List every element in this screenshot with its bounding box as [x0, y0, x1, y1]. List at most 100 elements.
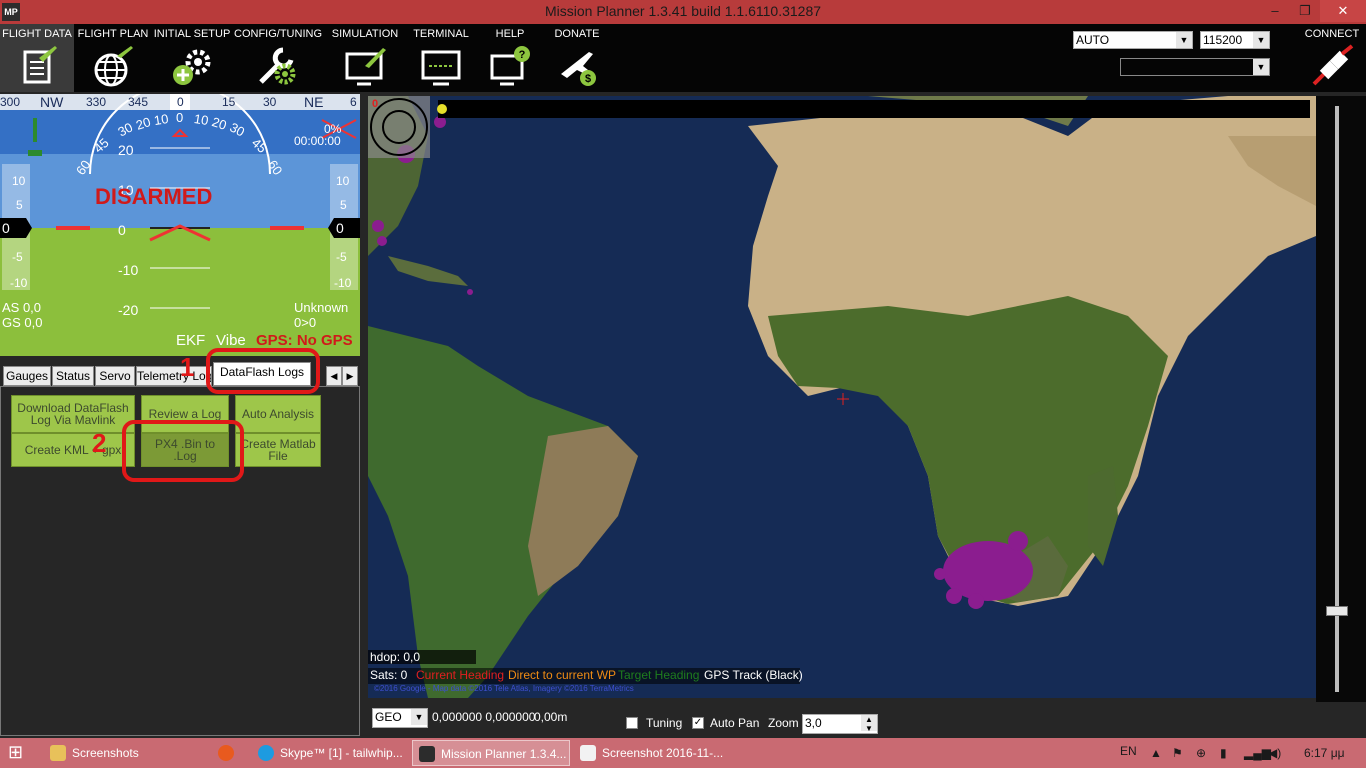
port-value: AUTO [1076, 33, 1110, 47]
help-monitor-icon: ? [490, 46, 530, 86]
plane-dollar-icon: $ [561, 52, 596, 86]
flag-icon[interactable]: ⚑ [1172, 746, 1183, 760]
tab-gauges[interactable]: Gauges [3, 366, 51, 386]
tab-scroll-right[interactable]: ▶ [342, 366, 358, 386]
speed-tape-label: 10 [12, 174, 26, 188]
signal-icon[interactable]: ▂▄▆ [1244, 746, 1271, 760]
main-menu-bar: FLIGHT DATA FLIGHT PLAN INITIAL SETUP CO… [0, 24, 1366, 92]
waypoint-readout: 0>0 [294, 315, 317, 330]
monitor-plane-icon [345, 48, 386, 86]
alt-tape-label: 5 [340, 198, 347, 212]
tuning-checkbox[interactable] [626, 717, 638, 729]
vibe-indicator[interactable]: Vibe [216, 332, 246, 349]
roll-label: 10 [192, 110, 210, 129]
setup-gears-icon [173, 49, 211, 85]
clock[interactable]: 6:17 μμ [1304, 746, 1345, 760]
create-kml-button[interactable]: Create KML + gpx [11, 433, 135, 467]
legend-target-heading: Target Heading [618, 668, 700, 682]
skype-icon [258, 745, 274, 761]
tab-telemetry-logs[interactable]: Telemetry Logs [136, 366, 212, 386]
create-matlab-button[interactable]: Create Matlab File [235, 433, 321, 467]
firefox-icon [218, 745, 234, 761]
coord-type-select[interactable]: GEO ▼ [372, 708, 428, 728]
windows-taskbar: ⊞ Screenshots Skype™ [1] - tailwhip... M… [0, 738, 1366, 768]
coords-readout: 0,000000 0,000000 [432, 710, 536, 724]
zoom-stepper[interactable]: 3,0 ▲ ▼ [802, 714, 878, 734]
speed-tape-label: -10 [10, 276, 28, 290]
speed-tape-label: 5 [16, 198, 23, 212]
menu-config-tuning[interactable]: CONFIG/TUNING [234, 24, 322, 92]
menu-terminal[interactable]: TERMINAL [408, 24, 474, 92]
satellite-map[interactable]: 0 hdop: 0,0 Sats: 0 Current Heading Dire… [368, 96, 1316, 698]
download-dataflash-button[interactable]: Download DataFlash Log Via Mavlink [11, 395, 135, 433]
hud-overlay: 60 45 30 20 10 0 10 20 30 45 60 20 10 0 … [0, 94, 360, 356]
alt-value: 0 [336, 220, 344, 236]
taskbar-item-screenshots[interactable]: Screenshots [44, 740, 200, 766]
roll-label: 45 [90, 135, 112, 156]
roll-label: 0 [176, 110, 184, 125]
volume-icon[interactable]: ◀) [1268, 746, 1281, 760]
zoom-value: 3,0 [805, 716, 822, 730]
speed-value: 0 [2, 220, 10, 236]
zoom-slider-track[interactable] [1335, 106, 1339, 692]
hud-display: 300 NW 330 345 0 15 30 NE 6 60 45 30 20 … [0, 94, 360, 356]
connect-button[interactable]: CONNECT [1298, 24, 1366, 92]
menu-donate[interactable]: DONATE $ [546, 24, 608, 92]
minimize-button[interactable]: – [1260, 0, 1290, 22]
tray-up-arrow-icon[interactable]: ▲ [1150, 746, 1162, 760]
svg-text:?: ? [519, 49, 526, 61]
stepper-arrows-icon[interactable]: ▲ ▼ [861, 715, 877, 733]
menu-label: DONATE [554, 28, 600, 40]
close-button[interactable]: ✕ [1320, 0, 1366, 22]
menu-initial-setup[interactable]: INITIAL SETUP [153, 24, 231, 92]
connect-label: CONNECT [1304, 28, 1360, 40]
armed-status: DISARMED [95, 184, 213, 209]
menu-label: FLIGHT PLAN [77, 28, 149, 40]
menu-simulation[interactable]: SIMULATION [330, 24, 400, 92]
start-button[interactable]: ⊞ [8, 742, 23, 763]
annotation-number-2: 2 [92, 428, 107, 458]
legend-gps-track: GPS Track (Black) [704, 668, 803, 682]
hdop-readout: hdop: 0,0 [370, 650, 421, 664]
roll-label: 60 [72, 157, 94, 178]
taskbar-item-screenshot-paint[interactable]: Screenshot 2016-11-... [574, 740, 730, 766]
taskbar-item-firefox[interactable] [204, 740, 250, 766]
pitch-label: -10 [118, 262, 139, 278]
terminal-monitor-icon [421, 50, 461, 86]
battery-icon[interactable]: ▮ [1220, 746, 1227, 760]
tab-scroll-left[interactable]: ◀ [326, 366, 342, 386]
profile-select[interactable]: ▼ [1120, 58, 1270, 76]
annotation-number-1: 1 [180, 352, 195, 382]
menu-flight-plan[interactable]: FLIGHT PLAN [76, 24, 150, 92]
baud-value: 115200 [1203, 33, 1243, 47]
map-imagery [368, 96, 1316, 698]
flight-timer: 00:00:00 [294, 134, 341, 148]
chevron-down-icon: ▼ [411, 709, 427, 725]
roll-label: 45 [248, 135, 270, 156]
roll-label: 20 [134, 114, 153, 133]
tab-status[interactable]: Status [52, 366, 94, 386]
ekf-indicator[interactable]: EKF [176, 332, 205, 349]
port-select[interactable]: AUTO ▼ [1073, 31, 1193, 49]
language-indicator[interactable]: EN [1120, 744, 1137, 758]
roll-label: 30 [227, 119, 248, 140]
menu-help[interactable]: HELP ? [480, 24, 540, 92]
taskbar-item-mission-planner[interactable]: Mission Planner 1.3.4... [412, 740, 570, 766]
baud-select[interactable]: 115200 ▼ [1200, 31, 1270, 49]
maximize-button[interactable]: ❐ [1290, 0, 1320, 22]
alt-tape-label: -5 [336, 250, 347, 264]
autopan-checkbox[interactable]: ✓ [692, 717, 704, 729]
auto-analysis-button[interactable]: Auto Analysis [235, 395, 321, 433]
zoom-slider-thumb[interactable] [1326, 606, 1348, 616]
tab-servo[interactable]: Servo [95, 366, 135, 386]
gps-status: GPS: No GPS [256, 332, 353, 349]
taskbar-item-skype[interactable]: Skype™ [1] - tailwhip... [252, 740, 408, 766]
paint-icon [580, 745, 596, 761]
legend-direct-wp: Direct to current WP [508, 668, 617, 682]
network-icon[interactable]: ⊕ [1196, 746, 1206, 760]
menu-label: TERMINAL [413, 28, 469, 40]
menu-label: CONFIG/TUNING [234, 28, 322, 40]
coord-type-value: GEO [375, 710, 402, 724]
menu-flight-data[interactable]: FLIGHT DATA [0, 24, 74, 92]
pitch-label: 0 [118, 222, 126, 238]
